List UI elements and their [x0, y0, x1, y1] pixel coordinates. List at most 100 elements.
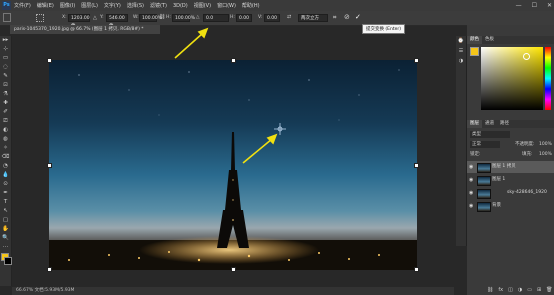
document-image[interactable] [49, 60, 417, 270]
sponge-icon[interactable]: ⊙ [0, 180, 11, 189]
h-field[interactable]: 100.00% [172, 14, 195, 22]
new-layer-icon[interactable]: ⊞ [537, 287, 541, 293]
rectangle-icon[interactable]: ▢ [0, 216, 11, 225]
tab-color[interactable]: 颜色 [467, 36, 482, 44]
layer-row[interactable]: ◉ 图层 1 拷贝 [467, 161, 554, 173]
zoom-icon[interactable]: 🔍 [0, 234, 11, 243]
layer-style-icon[interactable]: fx [498, 287, 503, 293]
layer-kind-filter[interactable]: 类型 [470, 131, 510, 138]
angle-field[interactable]: 0.0 [203, 14, 229, 22]
commit-transform-icon[interactable]: ✓ [355, 13, 361, 21]
lasso-icon[interactable]: ◌ [0, 63, 11, 72]
menu-3d[interactable]: 3D(D) [173, 3, 188, 9]
adjust-panel-icon[interactable]: ◑ [456, 56, 466, 66]
layer-row[interactable]: ◉ 图层 1 [467, 174, 554, 186]
h-skew-field[interactable]: 0.00 [236, 14, 252, 22]
transform-handle-b[interactable] [231, 267, 236, 272]
maximize-button[interactable]: ☐ [532, 2, 537, 9]
tab-paths[interactable]: 路径 [497, 120, 512, 128]
transform-handle-t[interactable] [231, 58, 236, 63]
cancel-transform-icon[interactable]: ⊘ [344, 13, 350, 21]
brush-icon[interactable]: ✐ [0, 108, 11, 117]
hand-icon[interactable]: ✋ [0, 225, 11, 234]
hue-slider[interactable] [545, 47, 551, 110]
visibility-eye-icon[interactable]: ◉ [469, 174, 474, 186]
drop-icon[interactable]: 💧 [0, 171, 11, 180]
menu-image[interactable]: 图像(I) [60, 2, 75, 9]
eyedropper-icon[interactable]: ⚗ [0, 90, 11, 99]
visibility-eye-icon[interactable]: ◉ [469, 187, 474, 199]
adjustment-layer-icon[interactable]: ◑ [518, 287, 522, 293]
color-picker-field[interactable] [481, 47, 543, 110]
blur-icon[interactable]: ⌫ [0, 153, 11, 162]
warp-mode-icon[interactable]: ⌗ [333, 14, 336, 22]
new-group-icon[interactable]: ▭ [527, 287, 532, 293]
marquee-icon[interactable]: ▭ [0, 54, 11, 63]
w-field[interactable]: 100.00% [139, 14, 162, 22]
link-layers-icon[interactable]: ⛓ [487, 287, 493, 293]
menu-bar: Ps 文件(F) 编辑(E) 图像(I) 图层(L) 文字(Y) 选择(S) 滤… [0, 0, 554, 11]
menu-layer[interactable]: 图层(L) [81, 2, 98, 9]
foreground-color-chip[interactable] [470, 47, 479, 56]
visibility-eye-icon[interactable]: ◉ [469, 200, 474, 212]
layer-row[interactable]: ◉ sky-428646_1920 [467, 187, 554, 199]
tab-channels[interactable]: 通道 [482, 120, 497, 128]
dodge-icon[interactable]: ◔ [0, 162, 11, 171]
close-button[interactable]: ✕ [547, 2, 552, 9]
move-tool-icon[interactable]: ▸▸ [0, 36, 11, 45]
menu-file[interactable]: 文件(F) [14, 2, 31, 9]
transform-handle-tl[interactable] [47, 58, 52, 63]
blend-mode-select[interactable]: 正常 [470, 141, 500, 148]
transform-handle-tr[interactable] [414, 58, 419, 63]
link-icon[interactable]: ⛓ [159, 14, 165, 20]
x-field[interactable]: 1203.00 像 [68, 14, 90, 29]
visibility-eye-icon[interactable]: ◉ [469, 161, 474, 173]
move-icon[interactable]: ⊹ [0, 45, 11, 54]
transform-handle-bl[interactable] [47, 267, 52, 272]
menu-select[interactable]: 选择(S) [127, 2, 144, 9]
delete-layer-icon[interactable]: 🗑 [546, 287, 552, 293]
color-swatches[interactable] [0, 252, 12, 266]
history-panel-icon[interactable]: ⌚ [456, 36, 466, 46]
pen-icon[interactable]: ✒ [0, 189, 11, 198]
interpolation-select[interactable]: 两次立方 [298, 14, 328, 22]
menu-edit[interactable]: 编辑(E) [37, 2, 54, 9]
transform-handle-br[interactable] [414, 267, 419, 272]
menu-window[interactable]: 窗口(W) [217, 2, 236, 9]
menu-help[interactable]: 帮助(H) [242, 2, 260, 9]
document-tab[interactable]: paris-1045370_1920.jpg @ 66.7% (图层 1 拷贝,… [10, 25, 160, 34]
gradient-icon[interactable]: ✧ [0, 144, 11, 153]
lock-label: 锁定: [470, 152, 481, 157]
opacity-value[interactable]: 100% [539, 141, 552, 148]
menu-view[interactable]: 视图(V) [194, 2, 211, 9]
background-swatch[interactable] [4, 257, 12, 265]
history-brush-icon[interactable]: ◐ [0, 126, 11, 135]
v-skew-field[interactable]: 0.00 [264, 14, 280, 22]
properties-panel-icon[interactable]: ☰ [456, 46, 466, 56]
tab-swatches[interactable]: 色板 [482, 36, 497, 44]
reference-point-icon[interactable] [36, 14, 44, 22]
clone-stamp-icon[interactable]: ⎚ [0, 117, 11, 126]
relative-position-icon[interactable]: △ [93, 15, 97, 21]
tab-layers[interactable]: 图层 [467, 120, 482, 128]
type-icon[interactable]: T [0, 198, 11, 207]
crop-icon[interactable]: ⊡ [0, 81, 11, 90]
eraser-icon[interactable]: ◍ [0, 135, 11, 144]
path-select-icon[interactable]: ↖ [0, 207, 11, 216]
v-skew-label: V: [258, 15, 263, 20]
healing-icon[interactable]: ✚ [0, 99, 11, 108]
transform-tool-icon[interactable] [3, 13, 11, 22]
add-mask-icon[interactable]: ◫ [508, 287, 513, 293]
more-tools-icon[interactable]: ⋯ [0, 243, 11, 252]
menu-filter[interactable]: 滤镜(T) [150, 2, 167, 9]
menu-type[interactable]: 文字(Y) [104, 2, 121, 9]
layer-row[interactable]: ◉ 背景 [467, 200, 554, 212]
eiffel-tower [217, 132, 249, 248]
y-field[interactable]: 546.00 像 [106, 14, 128, 29]
fill-value[interactable]: 100% [539, 151, 552, 158]
quick-select-icon[interactable]: ✎ [0, 72, 11, 81]
transform-handle-l[interactable] [47, 163, 52, 168]
color-picker-cursor[interactable] [523, 53, 530, 60]
transform-handle-r[interactable] [414, 163, 419, 168]
minimize-button[interactable]: — [516, 2, 522, 9]
